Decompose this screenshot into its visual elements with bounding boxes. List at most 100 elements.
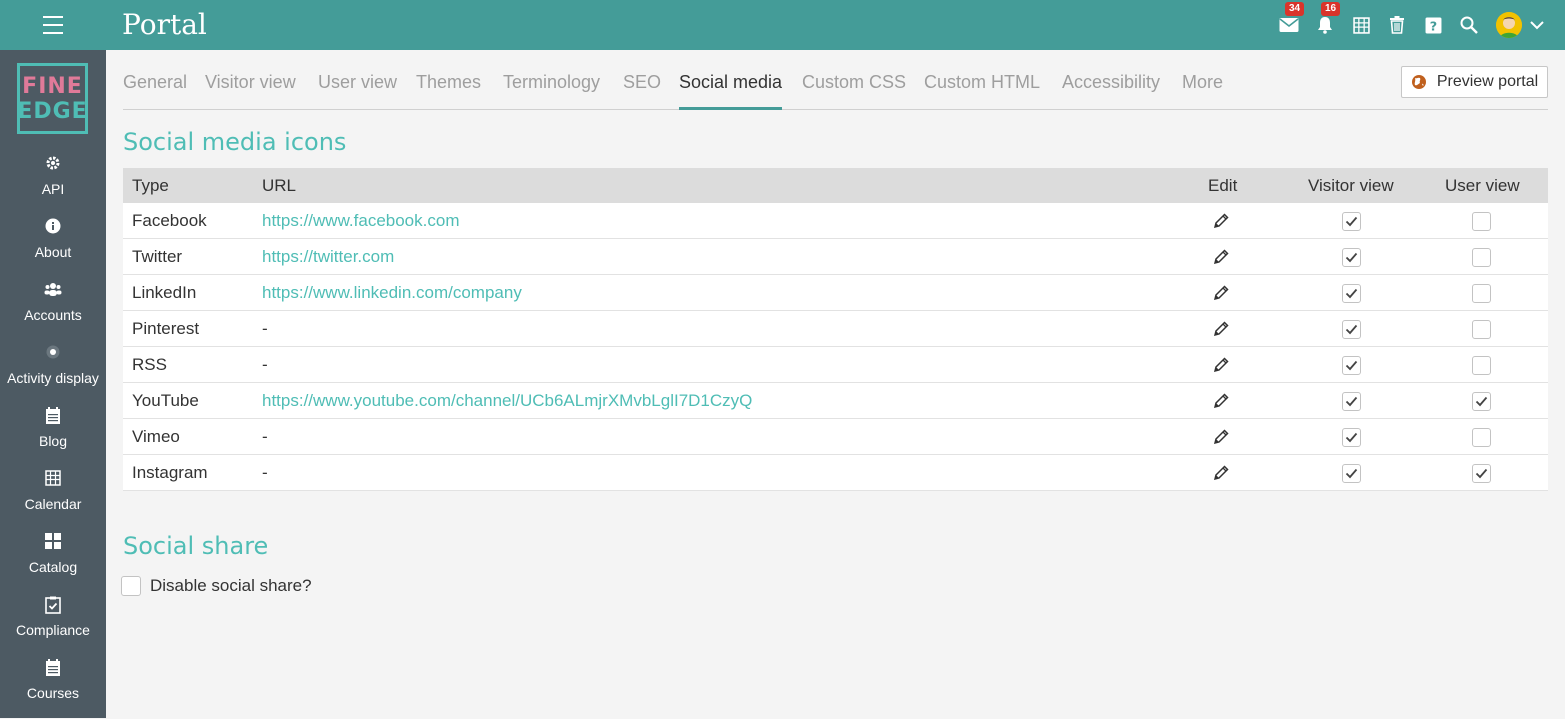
tab-general[interactable]: General	[123, 62, 187, 110]
tab-accessibility[interactable]: Accessibility	[1062, 62, 1160, 110]
table-row: YouTube https://www.youtube.com/channel/U…	[123, 383, 1548, 419]
table-row: Twitter https://twitter.com	[123, 239, 1548, 275]
user-view-checkbox[interactable]	[1472, 248, 1491, 267]
cell-url[interactable]: https://www.youtube.com/channel/UCb6ALmj…	[262, 383, 752, 419]
visitor-view-checkbox[interactable]	[1342, 248, 1361, 267]
visitor-view-checkbox[interactable]	[1342, 284, 1361, 303]
sidebar-item-catalog[interactable]: Catalog	[0, 533, 106, 593]
cell-url: -	[262, 355, 268, 374]
search-button[interactable]	[1459, 15, 1479, 35]
trash-icon	[1390, 16, 1404, 34]
cell-type: YouTube	[132, 391, 199, 410]
pencil-icon[interactable]	[1212, 356, 1230, 374]
table-body: Facebook https://www.facebook.com Twitter h…	[123, 203, 1548, 491]
column-header-url: URL	[262, 176, 297, 195]
tab-more[interactable]: More	[1182, 62, 1223, 110]
sidebar-item-api[interactable]: API	[0, 155, 106, 215]
social-media-table: Type URL Edit Visitor view User view Fac…	[123, 168, 1548, 491]
logo[interactable]: FINE EDGE	[17, 63, 88, 134]
pencil-icon[interactable]	[1212, 464, 1230, 482]
cell-url[interactable]: https://www.facebook.com	[262, 203, 459, 239]
blog-icon	[0, 407, 106, 427]
cell-url[interactable]: https://twitter.com	[262, 239, 394, 275]
notifications-badge: 16	[1321, 2, 1341, 16]
preview-portal-button[interactable]: Preview portal	[1401, 66, 1548, 98]
user-view-checkbox[interactable]	[1472, 320, 1491, 339]
trash-button[interactable]	[1387, 15, 1407, 35]
calendar-button[interactable]	[1351, 15, 1371, 35]
visitor-view-checkbox[interactable]	[1342, 320, 1361, 339]
column-header-visitor-view: Visitor view	[1308, 176, 1394, 195]
notifications-button[interactable]: 16	[1315, 2, 1341, 35]
user-view-checkbox[interactable]	[1472, 464, 1491, 483]
sidebar-item-courses[interactable]: Courses	[0, 659, 106, 719]
sidebar-item-calendar[interactable]: Calendar	[0, 470, 106, 530]
tab-seo[interactable]: SEO	[623, 62, 661, 110]
tab-social-media[interactable]: Social media	[679, 62, 783, 110]
chevron-down-icon	[1530, 20, 1544, 29]
sidebar-item-about[interactable]: About	[0, 218, 106, 278]
pencil-icon[interactable]	[1212, 320, 1230, 338]
tab-themes[interactable]: Themes	[416, 62, 481, 110]
section-title-social-share: Social share	[123, 532, 269, 560]
avatar	[1496, 12, 1522, 38]
sidebar-item-label: API	[41, 181, 65, 197]
visitor-view-checkbox[interactable]	[1342, 212, 1361, 231]
sidebar-item-compliance[interactable]: Compliance	[0, 596, 106, 656]
sidebar-item-label: Catalog	[28, 559, 78, 575]
cell-type: Vimeo	[132, 427, 180, 446]
visitor-view-checkbox[interactable]	[1342, 356, 1361, 375]
radio-dot-icon	[0, 344, 106, 364]
cell-url[interactable]: https://www.linkedin.com/company	[262, 275, 522, 311]
visitor-view-checkbox[interactable]	[1342, 392, 1361, 411]
pencil-icon[interactable]	[1212, 248, 1230, 266]
calendar-icon	[1352, 16, 1370, 34]
user-view-checkbox[interactable]	[1472, 356, 1491, 375]
user-view-checkbox[interactable]	[1472, 284, 1491, 303]
user-view-checkbox[interactable]	[1472, 392, 1491, 411]
sidebar-item-label: Courses	[26, 685, 80, 701]
pencil-icon[interactable]	[1212, 392, 1230, 410]
settings-tabs: General Visitor view User view Themes Te…	[123, 62, 1548, 110]
disable-social-share-checkbox[interactable]	[121, 576, 141, 596]
envelope-icon	[1279, 18, 1299, 32]
pencil-icon[interactable]	[1212, 428, 1230, 446]
table-header: Type URL Edit Visitor view User view	[123, 168, 1548, 203]
column-header-user-view: User view	[1445, 176, 1520, 195]
sidebar-item-label: Calendar	[24, 496, 82, 512]
tab-user-view[interactable]: User view	[318, 62, 397, 110]
tab-custom-css[interactable]: Custom CSS	[802, 62, 906, 110]
cell-url: -	[262, 463, 268, 482]
preview-portal-label: Preview portal	[1436, 73, 1539, 90]
table-row: Pinterest -	[123, 311, 1548, 347]
user-menu-button[interactable]	[1495, 12, 1545, 38]
messages-badge: 34	[1285, 2, 1305, 16]
visitor-view-checkbox[interactable]	[1342, 428, 1361, 447]
user-view-checkbox[interactable]	[1472, 212, 1491, 231]
pencil-icon[interactable]	[1212, 212, 1230, 230]
messages-button[interactable]: 34	[1279, 2, 1305, 35]
tab-custom-html[interactable]: Custom HTML	[924, 62, 1040, 110]
pencil-icon[interactable]	[1212, 284, 1230, 302]
column-header-type: Type	[132, 176, 169, 195]
calendar-icon	[0, 470, 106, 490]
sidebar-item-activity-display[interactable]: Activity display	[0, 344, 106, 404]
sidebar-item-label: Activity display	[7, 370, 99, 386]
menu-toggle-button[interactable]	[0, 0, 106, 50]
visitor-view-checkbox[interactable]	[1342, 464, 1361, 483]
sidebar-item-label: Accounts	[24, 307, 82, 323]
tab-terminology[interactable]: Terminology	[503, 62, 600, 110]
cell-type: Twitter	[132, 247, 183, 266]
cell-type: RSS	[132, 355, 167, 374]
users-icon	[0, 281, 106, 301]
sidebar-item-accounts[interactable]: Accounts	[0, 281, 106, 341]
sidebar-item-blog[interactable]: Blog	[0, 407, 106, 467]
logo-line-1: FINE	[22, 73, 83, 99]
help-button[interactable]: ?	[1423, 15, 1443, 35]
table-row: Facebook https://www.facebook.com	[123, 203, 1548, 239]
info-icon	[0, 218, 106, 238]
table-row: RSS -	[123, 347, 1548, 383]
user-view-checkbox[interactable]	[1472, 428, 1491, 447]
tab-visitor-view[interactable]: Visitor view	[205, 62, 296, 110]
grid-icon	[0, 533, 106, 553]
